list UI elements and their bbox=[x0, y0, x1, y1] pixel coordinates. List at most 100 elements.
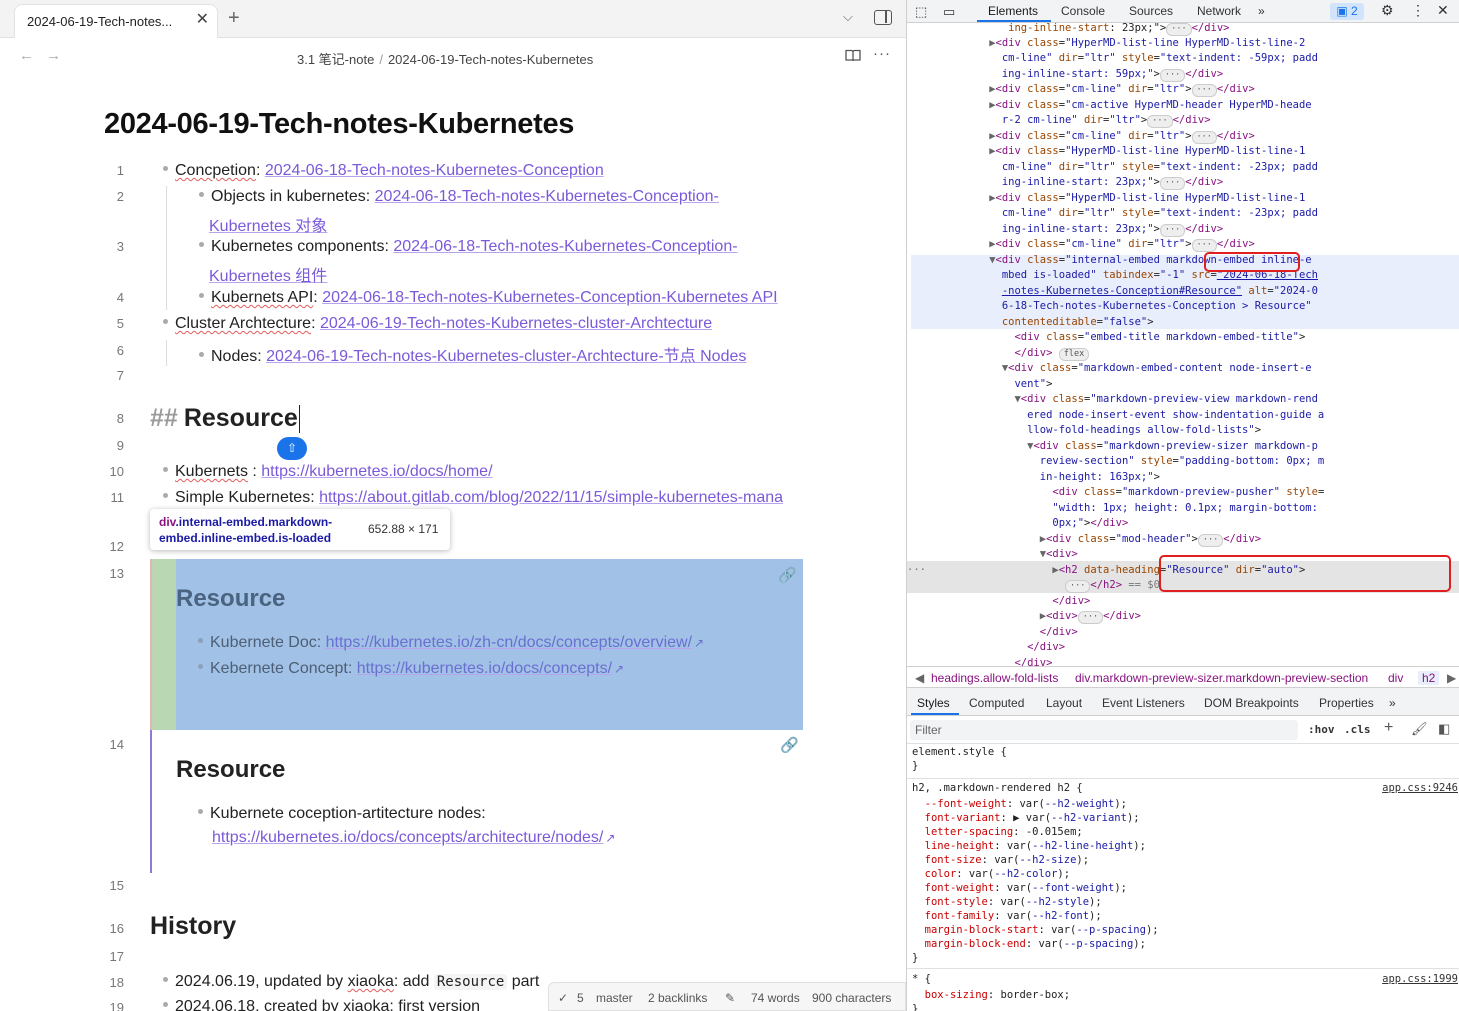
dom-line[interactable]: ▶<div class="cm-active HyperMD-header Hy… bbox=[907, 98, 1311, 113]
heading-resource-source[interactable]: ## Resource bbox=[150, 404, 301, 434]
tab-sources[interactable]: Sources bbox=[1129, 4, 1173, 18]
dom-crumb[interactable]: div.markdown-preview-sizer.markdown-prev… bbox=[1075, 671, 1368, 685]
external-link[interactable]: https://kubernetes.io/zh-cn/docs/concept… bbox=[326, 634, 692, 651]
backlinks-count[interactable]: 2 backlinks bbox=[648, 991, 707, 1005]
sync-check-icon[interactable]: ✓ bbox=[558, 991, 568, 1005]
pencil-icon[interactable]: ✎ bbox=[725, 991, 735, 1005]
style-rule-selector[interactable]: * { bbox=[912, 972, 931, 986]
dom-line[interactable]: </div> bbox=[907, 640, 1065, 655]
add-rule-icon[interactable]: + bbox=[1384, 719, 1393, 737]
style-declaration[interactable]: font-weight: var(--font-weight); bbox=[912, 881, 1127, 895]
internal-link[interactable]: 2024-06-19-Tech-notes-Kubernetes-cluster… bbox=[266, 348, 746, 365]
dom-line[interactable]: llow-fold-headings allow-fold-lists"> bbox=[907, 423, 1261, 438]
internal-link[interactable]: 2024-06-18-Tech-notes-Kubernetes-Concept… bbox=[375, 188, 719, 205]
more-tabs-icon[interactable]: » bbox=[1389, 696, 1396, 710]
tab-event-listeners[interactable]: Event Listeners bbox=[1102, 696, 1185, 710]
external-link[interactable]: https://kubernetes.io/docs/concepts/arch… bbox=[212, 829, 603, 846]
dom-line[interactable]: cm-line" dir="ltr" style="text-indent: -… bbox=[907, 51, 1318, 66]
scroll-right-icon[interactable]: ▶ bbox=[1447, 671, 1456, 685]
dom-line[interactable]: r-2 cm-line" dir="ltr"> ··· </div> bbox=[907, 113, 1211, 128]
style-declaration[interactable]: color: var(--h2-color); bbox=[912, 867, 1070, 881]
note-tab[interactable]: 2024-06-19-Tech-notes... ✕ bbox=[14, 4, 218, 38]
close-tab-icon[interactable]: ✕ bbox=[196, 12, 209, 28]
dom-line[interactable]: vent"> bbox=[907, 377, 1052, 392]
dom-line[interactable]: ▼<div> bbox=[907, 547, 1078, 562]
issues-badge[interactable]: ▣ 2 bbox=[1330, 3, 1364, 20]
forward-arrow-icon[interactable]: → bbox=[46, 47, 61, 64]
dom-line[interactable]: ▼<div class="markdown-preview-view markd… bbox=[907, 392, 1317, 407]
toggle-sidebar-icon[interactable]: ◧ bbox=[1438, 721, 1450, 737]
style-rule-selector[interactable]: element.style { bbox=[912, 745, 1007, 759]
dom-line[interactable]: ▶<div class="HyperMD-list-line HyperMD-l… bbox=[907, 36, 1305, 51]
breadcrumb-note[interactable]: 2024-06-19-Tech-notes-Kubernetes bbox=[388, 52, 593, 67]
tab-properties[interactable]: Properties bbox=[1319, 696, 1374, 710]
dom-line[interactable]: in-height: 163px;"> bbox=[907, 470, 1160, 485]
tab-styles[interactable]: Styles bbox=[917, 696, 950, 710]
dom-line[interactable]: ing-inline-start: 23px;"> ··· </div> bbox=[907, 175, 1223, 190]
dom-line[interactable]: ▶<div class="HyperMD-list-line HyperMD-l… bbox=[907, 144, 1305, 159]
style-declaration[interactable]: letter-spacing: -0.015em; bbox=[912, 825, 1083, 839]
internal-link[interactable]: 2024-06-19-Tech-notes-Kubernetes-cluster… bbox=[320, 315, 712, 332]
internal-link-wrap[interactable]: Kubernetes 对象 bbox=[209, 218, 327, 235]
style-declaration[interactable]: --font-weight: var(--h2-weight); bbox=[912, 797, 1127, 811]
tab-console[interactable]: Console bbox=[1061, 4, 1105, 18]
external-link[interactable]: https://kubernetes.io/docs/home/ bbox=[261, 463, 492, 480]
internal-link-wrap[interactable]: Kubernetes 组件 bbox=[209, 268, 327, 285]
dom-line[interactable]: review-section" style="padding-bottom: 0… bbox=[907, 454, 1325, 469]
book-open-icon[interactable] bbox=[845, 49, 861, 62]
style-declaration[interactable]: box-sizing: border-box; bbox=[912, 988, 1070, 1002]
dom-line[interactable]: contenteditable="false"> bbox=[907, 315, 1154, 330]
style-declaration[interactable]: line-height: var(--h2-line-height); bbox=[912, 839, 1146, 853]
external-link[interactable]: https://about.gitlab.com/blog/2022/11/15… bbox=[319, 489, 783, 506]
style-declaration[interactable]: font-variant: ▶ var(--h2-variant); bbox=[912, 811, 1140, 825]
hover-state-toggle[interactable]: :hov bbox=[1308, 723, 1335, 736]
dom-line[interactable]: ing-inline-start: 23px;"> ··· </div> bbox=[907, 23, 1230, 36]
scroll-left-icon[interactable]: ◀ bbox=[915, 671, 924, 685]
internal-link[interactable]: 2024-06-18-Tech-notes-Kubernetes-Concept… bbox=[322, 289, 777, 306]
dom-line[interactable]: ered node-insert-event show-indentation-… bbox=[907, 408, 1324, 423]
close-devtools-icon[interactable]: ✕ bbox=[1437, 2, 1449, 19]
dom-line[interactable]: "width: 1px; height: 0.1px; margin-botto… bbox=[907, 501, 1318, 516]
dom-crumb-active[interactable]: h2 bbox=[1418, 671, 1440, 685]
new-tab-icon[interactable]: + bbox=[228, 7, 240, 29]
style-declaration[interactable]: font-family: var(--h2-font); bbox=[912, 909, 1102, 923]
tab-network[interactable]: Network bbox=[1197, 4, 1241, 18]
dom-line[interactable]: ▼<div class="markdown-embed-content node… bbox=[907, 361, 1312, 376]
dom-line[interactable]: ▶<div class="mod-header"> ··· </div> bbox=[907, 532, 1261, 547]
dom-line[interactable]: ▶<div class="cm-line" dir="ltr"> ··· </div… bbox=[907, 82, 1255, 97]
dom-line[interactable]: <div class="embed-title markdown-embed-t… bbox=[907, 330, 1305, 345]
dom-tree[interactable]: ing-inline-start: 23px;"> ··· </div> ▶<div… bbox=[907, 23, 1459, 666]
link-icon[interactable]: 🔗 bbox=[780, 736, 799, 754]
fold-heading-icon[interactable]: ⇧ bbox=[277, 437, 307, 460]
styles-filter-input[interactable]: Filter bbox=[910, 720, 1298, 740]
dom-line[interactable]: ▼<div class="markdown-preview-sizer mark… bbox=[907, 439, 1318, 454]
settings-gear-icon[interactable]: ⚙ bbox=[1381, 2, 1394, 19]
more-options-icon[interactable]: ··· bbox=[873, 45, 891, 62]
tab-dom-breakpoints[interactable]: DOM Breakpoints bbox=[1204, 696, 1299, 710]
embed-resource-highlighted[interactable]: 🔗 Resource Kubernete Doc: https://kubern… bbox=[150, 559, 803, 730]
inspect-element-icon[interactable]: ⬚ bbox=[915, 4, 927, 20]
dom-line[interactable]: -notes-Kubernetes-Conception#Resource" a… bbox=[907, 284, 1318, 299]
tab-elements[interactable]: Elements bbox=[988, 4, 1038, 18]
dom-line[interactable]: ing-inline-start: 59px;"> ··· </div> bbox=[907, 67, 1223, 82]
source-link[interactable]: app.css:9246 bbox=[1382, 781, 1458, 795]
external-link[interactable]: https://kubernetes.io/docs/concepts/ bbox=[357, 660, 612, 677]
dom-line[interactable]: </div> bbox=[907, 594, 1090, 609]
dom-line[interactable]: ▶<div class="cm-line" dir="ltr"> ··· </div… bbox=[907, 237, 1255, 252]
style-rule-selector[interactable]: h2, .markdown-rendered h2 { bbox=[912, 781, 1083, 795]
dom-line[interactable]: ing-inline-start: 23px;"> ··· </div> bbox=[907, 222, 1223, 237]
dom-line[interactable]: ▶<div> ··· </div> bbox=[907, 609, 1141, 624]
git-branch[interactable]: master bbox=[596, 991, 633, 1005]
tab-layout[interactable]: Layout bbox=[1046, 696, 1082, 710]
chevron-down-icon[interactable]: ⌵ bbox=[843, 9, 853, 25]
embed-resource[interactable]: 🔗 Resource Kubernete coception-artitectu… bbox=[150, 730, 803, 873]
more-tabs-icon[interactable]: » bbox=[1258, 4, 1265, 18]
source-link[interactable]: app.css:1999 bbox=[1382, 972, 1458, 986]
style-declaration[interactable]: font-size: var(--h2-size); bbox=[912, 853, 1089, 867]
dom-crumb[interactable]: div bbox=[1388, 671, 1403, 685]
dom-line[interactable]: 6-18-Tech-notes-Kubernetes-Conception > … bbox=[907, 299, 1312, 314]
paint-brush-icon[interactable]: 🖌 bbox=[1411, 721, 1428, 737]
dom-line[interactable]: cm-line" dir="ltr" style="text-indent: -… bbox=[907, 160, 1318, 175]
dom-crumb[interactable]: headings.allow-fold-lists bbox=[931, 671, 1058, 685]
styles-pane[interactable]: element.style { } h2, .markdown-rendered… bbox=[907, 744, 1459, 1011]
